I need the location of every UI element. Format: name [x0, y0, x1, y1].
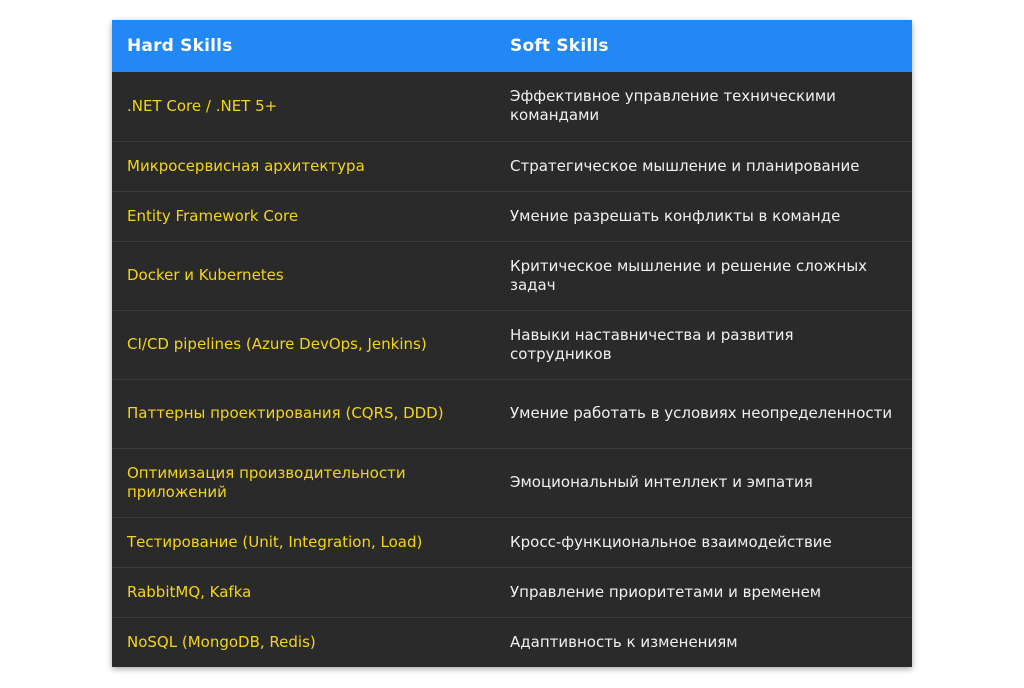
soft-skill-cell: Эмоциональный интеллект и эмпатия — [510, 473, 813, 491]
skills-table-container: Hard Skills Soft Skills .NET Core / .NET… — [112, 20, 912, 667]
soft-skill-cell: Кросс-функциональное взаимодействие — [510, 532, 832, 551]
soft-skill-cell: Эффективное управление техническими кома… — [510, 87, 836, 125]
soft-skill-cell: Адаптивность к изменениям — [510, 632, 738, 651]
table-row: Паттерны проектирования (CQRS, DDD) Умен… — [112, 379, 912, 448]
table-row: Entity Framework Core Умение разрешать к… — [112, 191, 912, 241]
hard-skill-cell: Оптимизация производительности приложени… — [127, 463, 406, 501]
hard-skill-cell: Микросервисная архитектура — [127, 156, 365, 175]
hard-skill-cell: Паттерны проектирования (CQRS, DDD) — [127, 404, 444, 422]
soft-skills-header: Soft Skills — [510, 36, 609, 56]
table-row: .NET Core / .NET 5+ Эффективное управлен… — [112, 72, 912, 141]
hard-skill-cell: Docker и Kubernetes — [127, 266, 284, 284]
table-row: Микросервисная архитектура Стратегическо… — [112, 141, 912, 191]
table-row: NoSQL (MongoDB, Redis) Адаптивность к из… — [112, 617, 912, 667]
soft-skill-cell: Умение разрешать конфликты в команде — [510, 206, 841, 225]
hard-skills-header: Hard Skills — [127, 36, 233, 56]
table-row: RabbitMQ, Kafka Управление приоритетами … — [112, 567, 912, 617]
skills-table: Hard Skills Soft Skills .NET Core / .NET… — [112, 20, 912, 667]
table-row: Тестирование (Unit, Integration, Load) К… — [112, 517, 912, 567]
hard-skill-cell: RabbitMQ, Kafka — [127, 582, 252, 601]
hard-skill-cell: Entity Framework Core — [127, 206, 299, 225]
hard-skill-cell: .NET Core / .NET 5+ — [127, 96, 278, 115]
table-row: CI/CD pipelines (Azure DevOps, Jenkins) … — [112, 310, 912, 379]
soft-skill-cell: Стратегическое мышление и планирование — [510, 156, 860, 175]
soft-skill-cell: Навыки наставничества и развития сотрудн… — [510, 325, 794, 363]
hard-skill-cell: Тестирование (Unit, Integration, Load) — [127, 532, 423, 551]
soft-skill-cell: Критическое мышление и решение сложных з… — [510, 256, 868, 294]
table-row: Docker и Kubernetes Критическое мышление… — [112, 241, 912, 310]
hard-skill-cell: NoSQL (MongoDB, Redis) — [127, 632, 316, 651]
table-header-row: Hard Skills Soft Skills — [112, 20, 912, 72]
hard-skill-cell: CI/CD pipelines (Azure DevOps, Jenkins) — [127, 335, 427, 353]
table-row: Оптимизация производительности приложени… — [112, 448, 912, 517]
soft-skill-cell: Умение работать в условиях неопределенно… — [510, 404, 893, 422]
soft-skill-cell: Управление приоритетами и временем — [510, 582, 822, 601]
